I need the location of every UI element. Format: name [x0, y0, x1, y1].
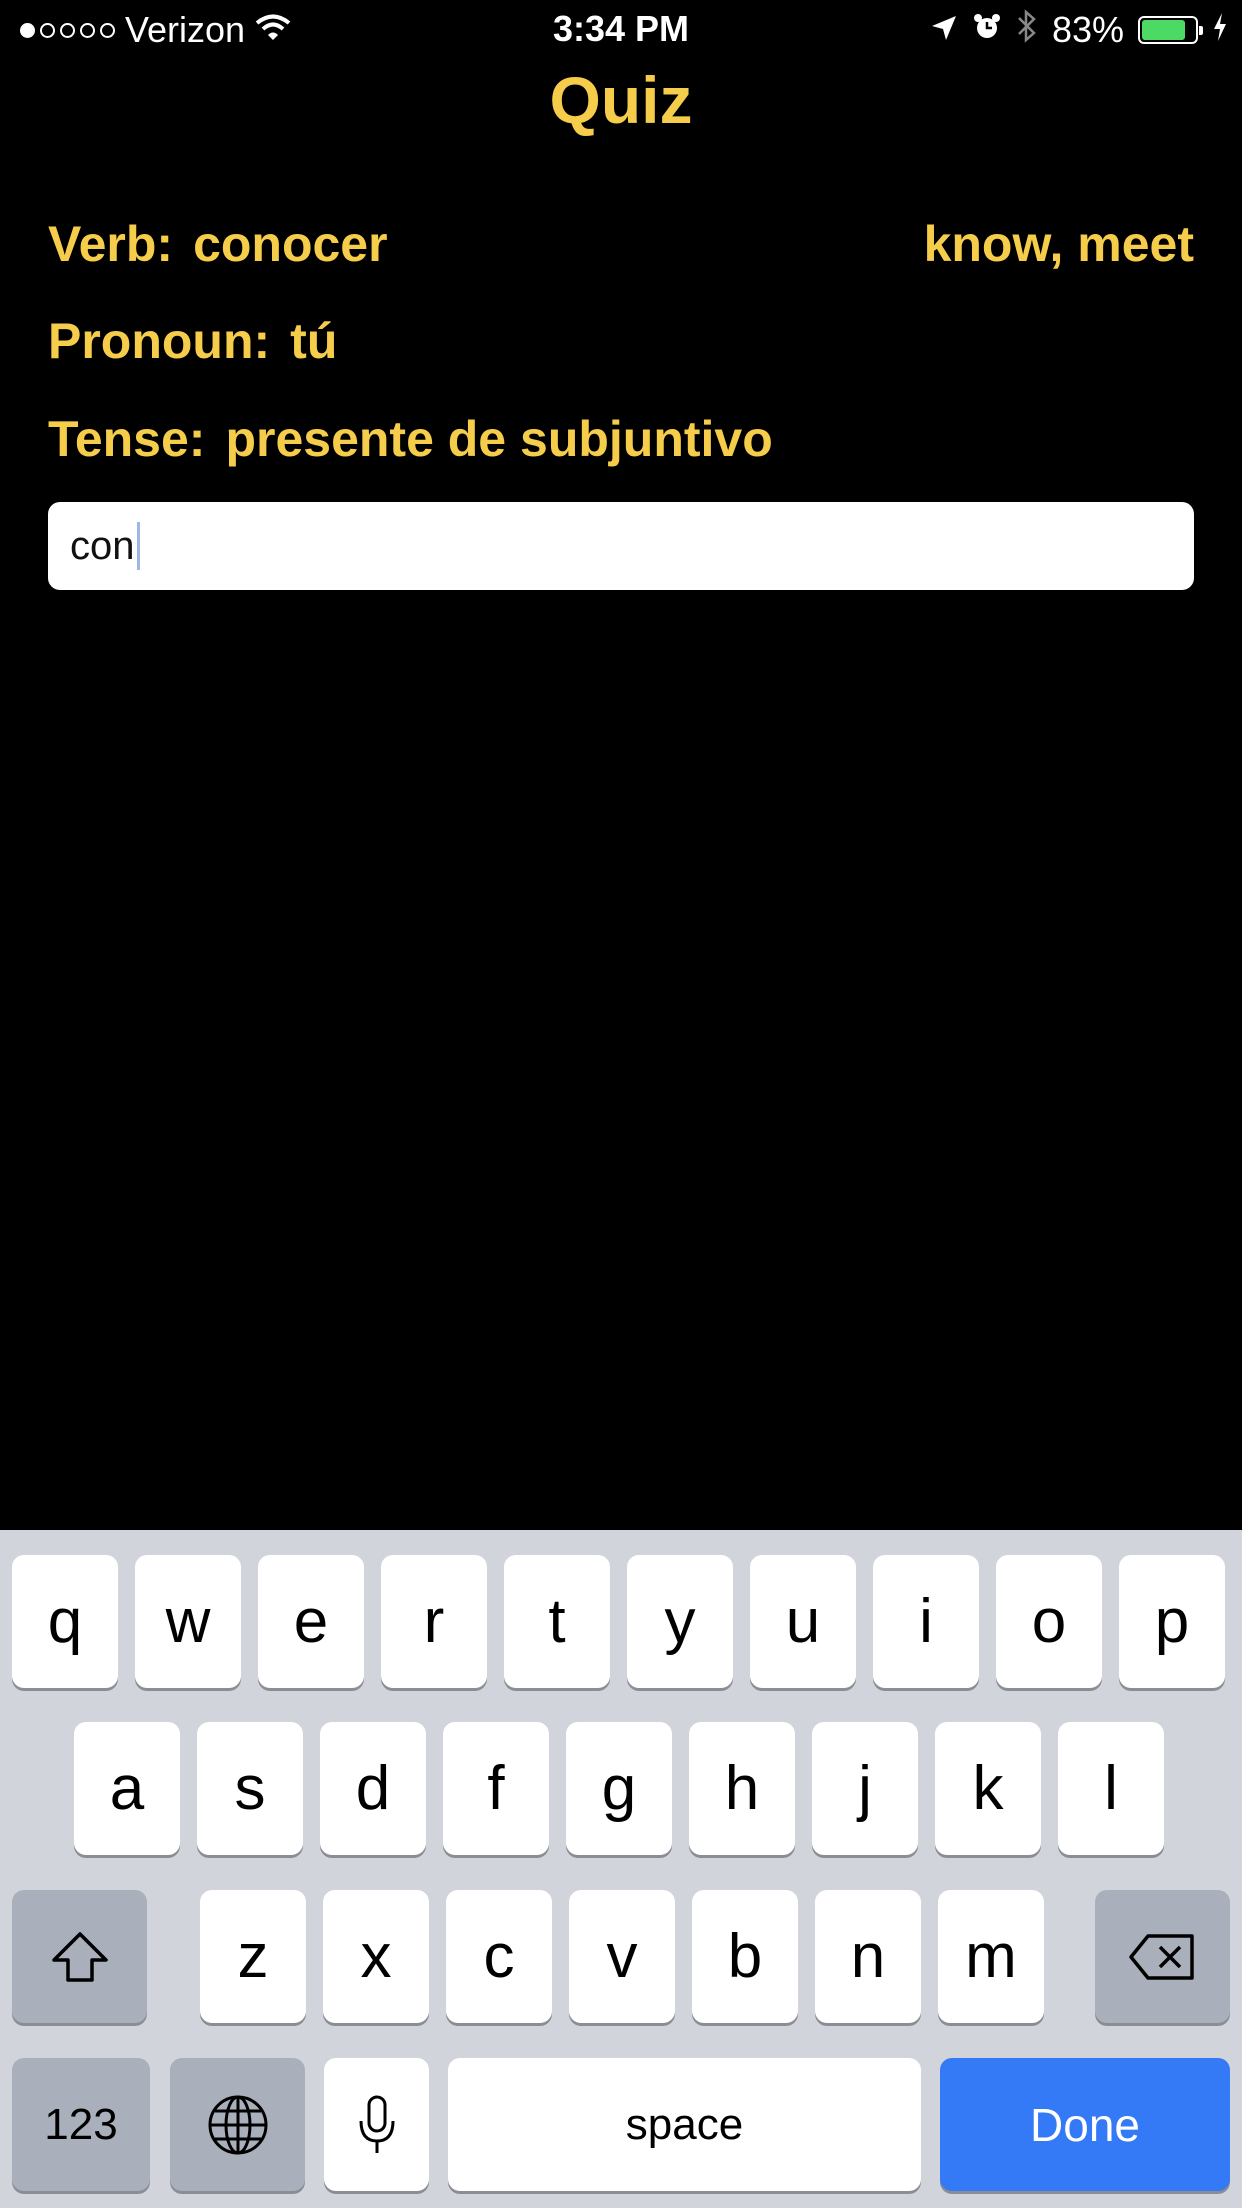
- key-c[interactable]: c: [446, 1890, 552, 2023]
- key-h[interactable]: h: [689, 1722, 795, 1855]
- verb-label: Verb:: [48, 216, 174, 272]
- space-key[interactable]: space: [448, 2058, 921, 2191]
- keyboard: qwertyuiop asdfghjkl zxcvbnm 123 space D…: [0, 1530, 1242, 2208]
- globe-icon: [206, 2093, 270, 2157]
- key-a[interactable]: a: [74, 1722, 180, 1855]
- verb-row: Verb: conocer: [48, 215, 388, 273]
- key-k[interactable]: k: [935, 1722, 1041, 1855]
- key-j[interactable]: j: [812, 1722, 918, 1855]
- key-d[interactable]: d: [320, 1722, 426, 1855]
- key-m[interactable]: m: [938, 1890, 1044, 2023]
- key-o[interactable]: o: [996, 1555, 1102, 1688]
- key-z[interactable]: z: [200, 1890, 306, 2023]
- key-u[interactable]: u: [750, 1555, 856, 1688]
- tense-row: Tense: presente de subjuntivo: [48, 410, 773, 468]
- status-bar: Verizon 3:34 PM 83%: [0, 0, 1242, 60]
- key-b[interactable]: b: [692, 1890, 798, 2023]
- pronoun-label: Pronoun:: [48, 313, 271, 369]
- charging-icon: [1212, 9, 1228, 51]
- key-l[interactable]: l: [1058, 1722, 1164, 1855]
- globe-key[interactable]: [170, 2058, 305, 2191]
- dictation-key[interactable]: [324, 2058, 429, 2191]
- key-v[interactable]: v: [569, 1890, 675, 2023]
- bluetooth-icon: [1016, 8, 1038, 52]
- pronoun-row: Pronoun: tú: [48, 312, 337, 370]
- key-i[interactable]: i: [873, 1555, 979, 1688]
- alarm-icon: [972, 9, 1002, 51]
- key-p[interactable]: p: [1119, 1555, 1225, 1688]
- key-q[interactable]: q: [12, 1555, 118, 1688]
- key-f[interactable]: f: [443, 1722, 549, 1855]
- page-title: Quiz: [549, 63, 693, 137]
- key-x[interactable]: x: [323, 1890, 429, 2023]
- tense-label: Tense:: [48, 411, 206, 467]
- numbers-key[interactable]: 123: [12, 2058, 150, 2191]
- key-n[interactable]: n: [815, 1890, 921, 2023]
- backspace-key[interactable]: [1095, 1890, 1230, 2023]
- key-y[interactable]: y: [627, 1555, 733, 1688]
- answer-text: con: [70, 523, 135, 568]
- key-w[interactable]: w: [135, 1555, 241, 1688]
- answer-input[interactable]: con: [48, 502, 1194, 590]
- tense-value: presente de subjuntivo: [225, 411, 773, 467]
- done-key[interactable]: Done: [940, 2058, 1230, 2191]
- shift-key[interactable]: [12, 1890, 147, 2023]
- key-s[interactable]: s: [197, 1722, 303, 1855]
- key-r[interactable]: r: [381, 1555, 487, 1688]
- battery-icon: [1138, 16, 1203, 44]
- key-t[interactable]: t: [504, 1555, 610, 1688]
- key-e[interactable]: e: [258, 1555, 364, 1688]
- location-icon: [930, 9, 958, 51]
- microphone-icon: [357, 2093, 397, 2157]
- verb-translation: know, meet: [923, 216, 1194, 272]
- verb-value: conocer: [193, 216, 388, 272]
- status-right: 83%: [930, 8, 1228, 52]
- text-caret: [136, 522, 140, 570]
- pronoun-value: tú: [290, 313, 338, 369]
- key-g[interactable]: g: [566, 1722, 672, 1855]
- battery-percent: 83%: [1051, 9, 1124, 50]
